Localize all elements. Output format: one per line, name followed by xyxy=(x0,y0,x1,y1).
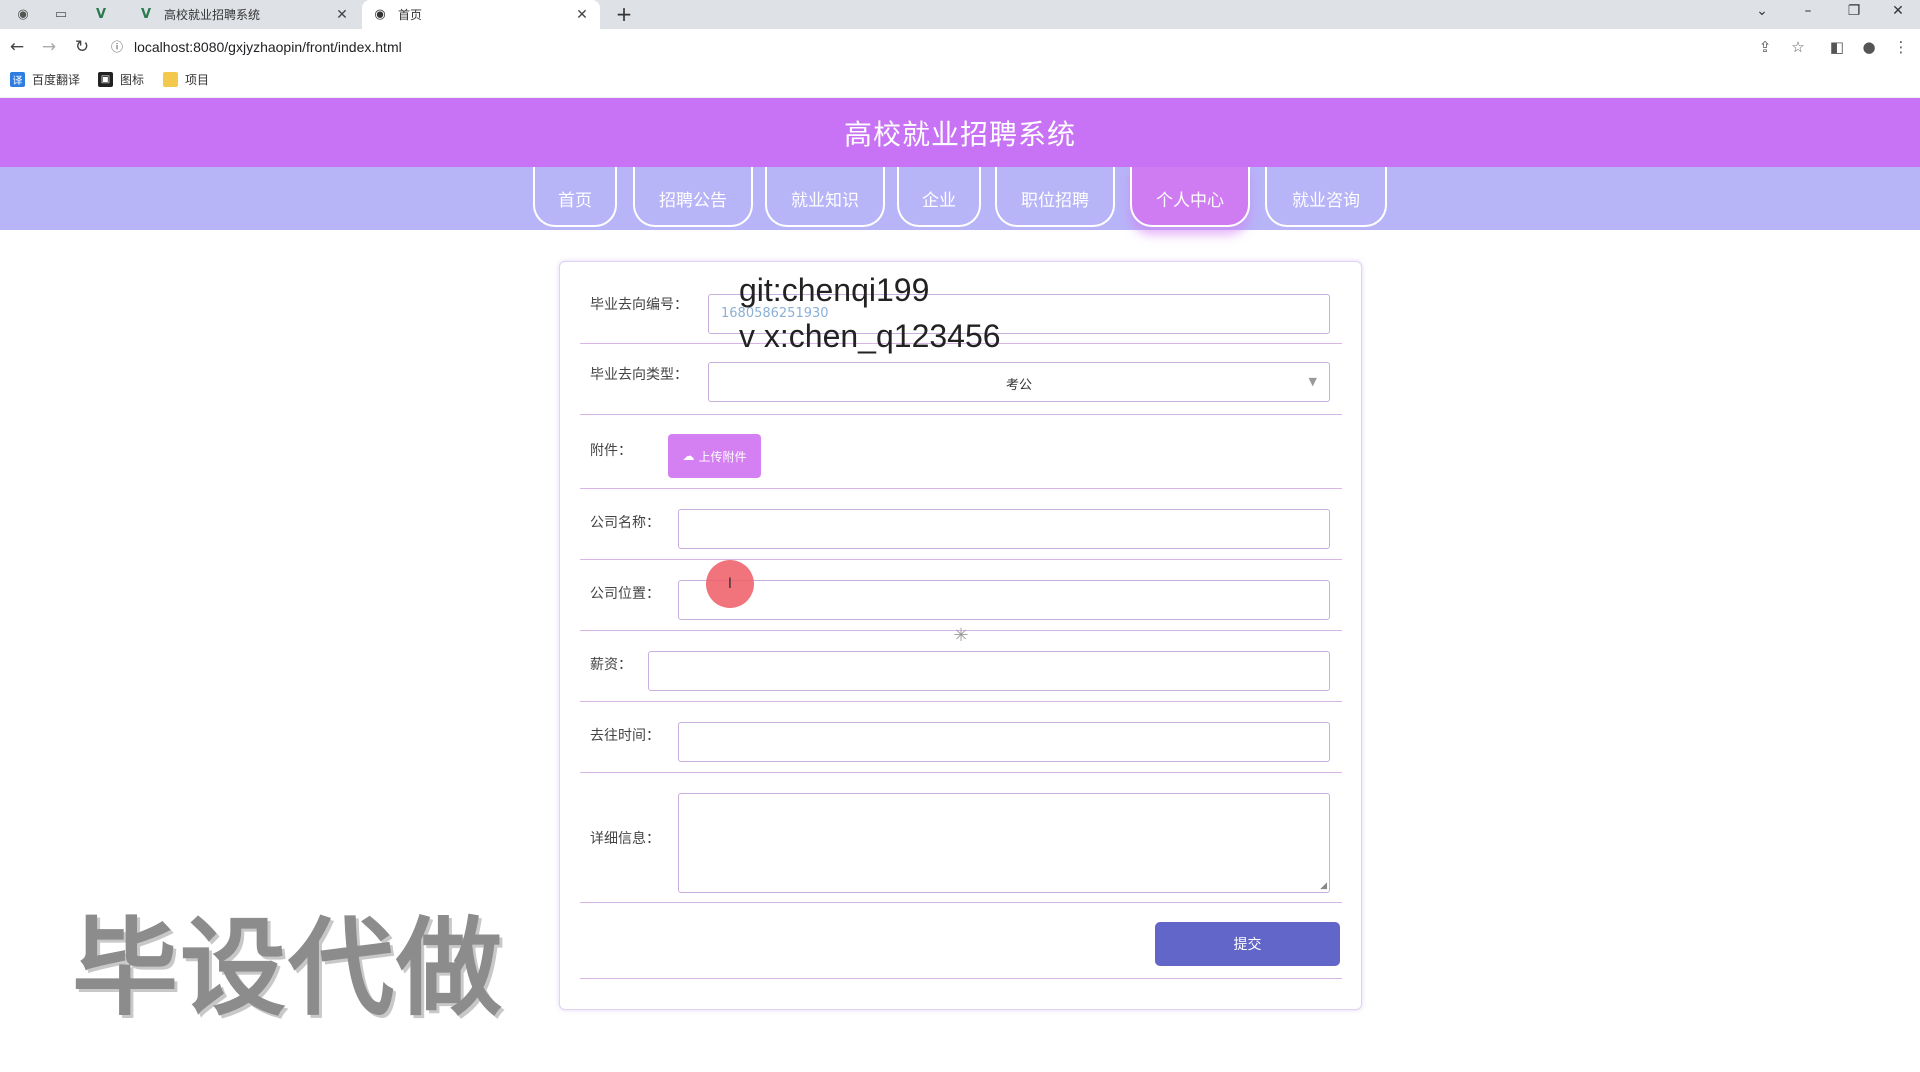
form-row-details: 详细信息： ◢ xyxy=(580,773,1342,903)
vue-icon: V xyxy=(140,7,152,22)
location-label: 公司位置： xyxy=(590,586,660,602)
new-tab-button[interactable]: + xyxy=(612,3,636,27)
tab-title: 首页 xyxy=(398,8,423,22)
details-label: 详细信息： xyxy=(590,831,660,847)
url-text: localhost:8080/gxjyzhaopin/front/index.h… xyxy=(134,38,402,55)
reload-icon[interactable]: ↻ xyxy=(71,36,93,58)
departure-date-input[interactable] xyxy=(678,722,1330,762)
nav-item-consulting[interactable]: 就业咨询 xyxy=(1265,167,1387,227)
attachment-label: 附件： xyxy=(590,443,632,459)
restore-icon[interactable]: ❐ xyxy=(1832,0,1876,29)
id-label: 毕业去向编号： xyxy=(590,297,688,313)
nav-item-announcements[interactable]: 招聘公告 xyxy=(633,167,753,227)
form-row-attachment: 附件： ☁ 上传附件 xyxy=(580,415,1342,489)
menu-icon[interactable]: ⋮ xyxy=(1890,36,1912,58)
vue-icon[interactable]: V xyxy=(86,4,116,25)
form-row-date: 去往时间： xyxy=(580,702,1342,773)
share-icon[interactable]: ⇪ xyxy=(1754,36,1776,58)
company-name-input[interactable] xyxy=(678,509,1330,549)
image-icon: ▣ xyxy=(98,72,113,87)
form-row-location: 公司位置： xyxy=(580,560,1342,631)
side-panel-icon[interactable]: ◧ xyxy=(1826,36,1848,58)
window-close-icon[interactable]: ✕ xyxy=(1876,0,1920,29)
nav-item-knowledge[interactable]: 就业知识 xyxy=(765,167,885,227)
salary-input[interactable] xyxy=(648,651,1330,691)
bookmark-label: 图标 xyxy=(120,73,145,87)
minimize-icon[interactable]: – xyxy=(1786,0,1830,29)
resize-handle-icon[interactable]: ◢ xyxy=(1320,881,1327,891)
bookmark-label: 百度翻译 xyxy=(32,73,81,87)
company-location-input[interactable] xyxy=(678,580,1330,620)
back-icon[interactable]: ← xyxy=(6,36,28,58)
translate-icon: 译 xyxy=(10,72,25,87)
submit-button[interactable]: 提交 xyxy=(1155,922,1340,966)
chevron-down-icon: ▼ xyxy=(1308,375,1317,388)
watermark-text: 毕设代做 xyxy=(72,907,504,1030)
star-icon[interactable]: ☆ xyxy=(1787,36,1809,58)
globe-icon: ◉ xyxy=(374,7,386,22)
overlay-vx-text: v x:chen_q123456 xyxy=(739,318,1001,354)
form-row-company: 公司名称： xyxy=(580,489,1342,560)
nav-item-companies[interactable]: 企业 xyxy=(897,167,981,227)
mouse-cursor-highlight: I xyxy=(706,560,754,608)
browser-tab-active[interactable]: ◉ 首页 ✕ xyxy=(362,0,600,29)
bookmark-item[interactable]: ▣ 图标 xyxy=(98,71,144,88)
upload-attachment-button[interactable]: ☁ 上传附件 xyxy=(668,434,761,478)
bookmark-item[interactable]: 项目 xyxy=(163,71,209,88)
site-header: 高校就业招聘系统 xyxy=(0,98,1920,167)
bookmarks-bar: 译 百度翻译 ▣ 图标 项目 xyxy=(0,65,1920,98)
site-title: 高校就业招聘系统 xyxy=(843,117,1076,151)
cloud-upload-icon: ☁ xyxy=(682,449,695,463)
salary-label: 薪资： xyxy=(590,657,632,673)
close-icon[interactable]: ✕ xyxy=(334,7,350,23)
browser-tab-strip: ◉ ▭ V V 高校就业招聘系统 ✕ ◉ 首页 ✕ + ⌄ – ❐ ✕ xyxy=(0,0,1920,29)
forward-icon[interactable]: → xyxy=(38,36,60,58)
browser-toolbar: ← → ↻ ⓘ localhost:8080/gxjyzhaopin/front… xyxy=(0,29,1920,65)
loading-spinner-icon: ✳ xyxy=(953,625,969,646)
tab-title: 高校就业招聘系统 xyxy=(164,8,261,22)
nav-item-personal-center[interactable]: 个人中心 xyxy=(1130,167,1250,227)
company-label: 公司名称： xyxy=(590,515,660,531)
upload-label: 上传附件 xyxy=(698,449,747,464)
browser-tab[interactable]: V 高校就业招聘系统 ✕ xyxy=(128,0,360,29)
text-cursor-icon: I xyxy=(727,576,733,592)
folder-icon xyxy=(163,72,178,87)
close-icon[interactable]: ✕ xyxy=(574,7,590,23)
profile-icon[interactable]: ● xyxy=(1858,36,1880,58)
form-row-submit: 提交 xyxy=(580,903,1342,979)
bookmark-label: 项目 xyxy=(185,73,210,87)
globe-icon[interactable]: ◉ xyxy=(8,4,38,25)
nav-item-jobs[interactable]: 职位招聘 xyxy=(995,167,1115,227)
bookmark-item[interactable]: 译 百度翻译 xyxy=(10,71,80,88)
overlay-git-text: git:chenqi199 xyxy=(739,272,930,308)
type-label: 毕业去向类型： xyxy=(590,367,688,383)
nav-item-home[interactable]: 首页 xyxy=(533,167,617,227)
blank-tab-icon[interactable]: ▭ xyxy=(46,4,76,25)
main-nav: 首页 招聘公告 就业知识 企业 职位招聘 个人中心 就业咨询 xyxy=(0,167,1920,230)
destination-type-select[interactable]: 考公 ▼ xyxy=(708,362,1330,402)
details-textarea[interactable]: ◢ xyxy=(678,793,1330,893)
address-bar[interactable]: ⓘ localhost:8080/gxjyzhaopin/front/index… xyxy=(108,32,1808,61)
date-label: 去往时间： xyxy=(590,728,660,744)
tab-search-icon[interactable]: ⌄ xyxy=(1740,0,1784,29)
info-icon[interactable]: ⓘ xyxy=(108,38,126,56)
destination-type-value: 考公 xyxy=(1005,378,1032,393)
